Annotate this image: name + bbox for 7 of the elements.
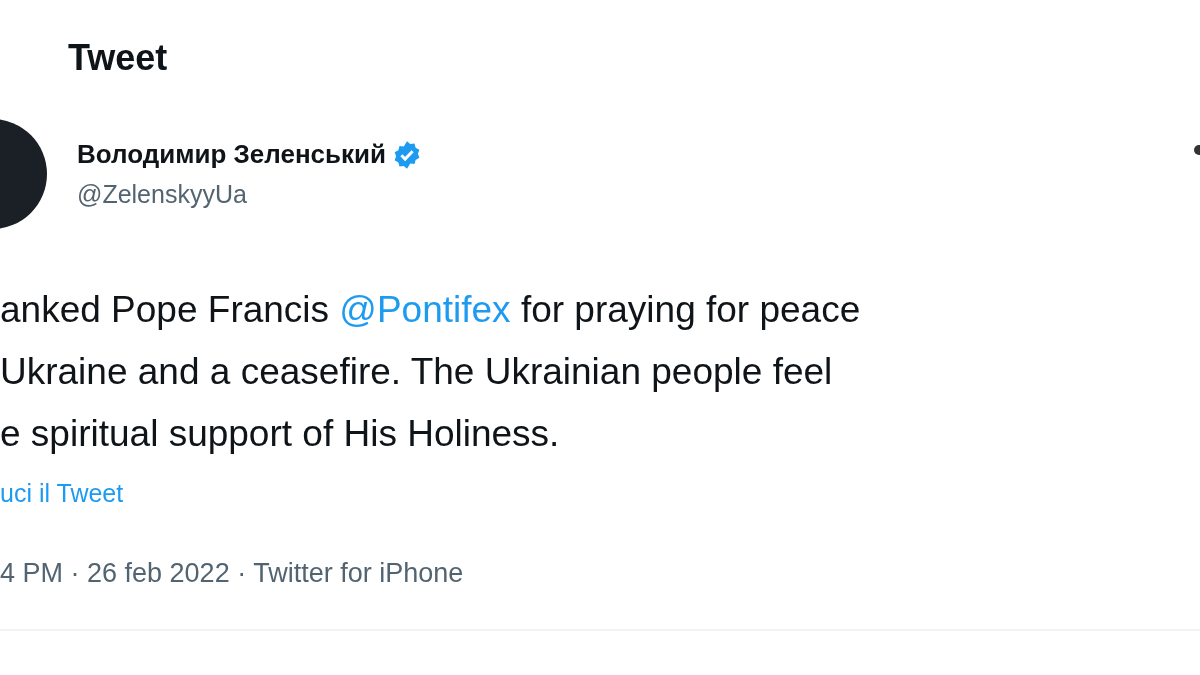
tweet-text-line: e spiritual support of His Holiness. <box>0 412 561 456</box>
tweet-text-line: anked Pope Francis @Pontifex for praying for peace <box>0 288 862 332</box>
tweet-timestamp: 4 PM · 26 feb 2022 · Twitter for iPhone <box>0 558 465 589</box>
tweet-text-line: Ukraine and a ceasefire. The Ukrainian people feel <box>0 350 834 394</box>
author-name[interactable]: Володимир Зеленський <box>77 139 387 170</box>
page-title: Tweet <box>68 37 169 79</box>
author-handle[interactable]: @ZelenskyyUa <box>77 180 423 209</box>
